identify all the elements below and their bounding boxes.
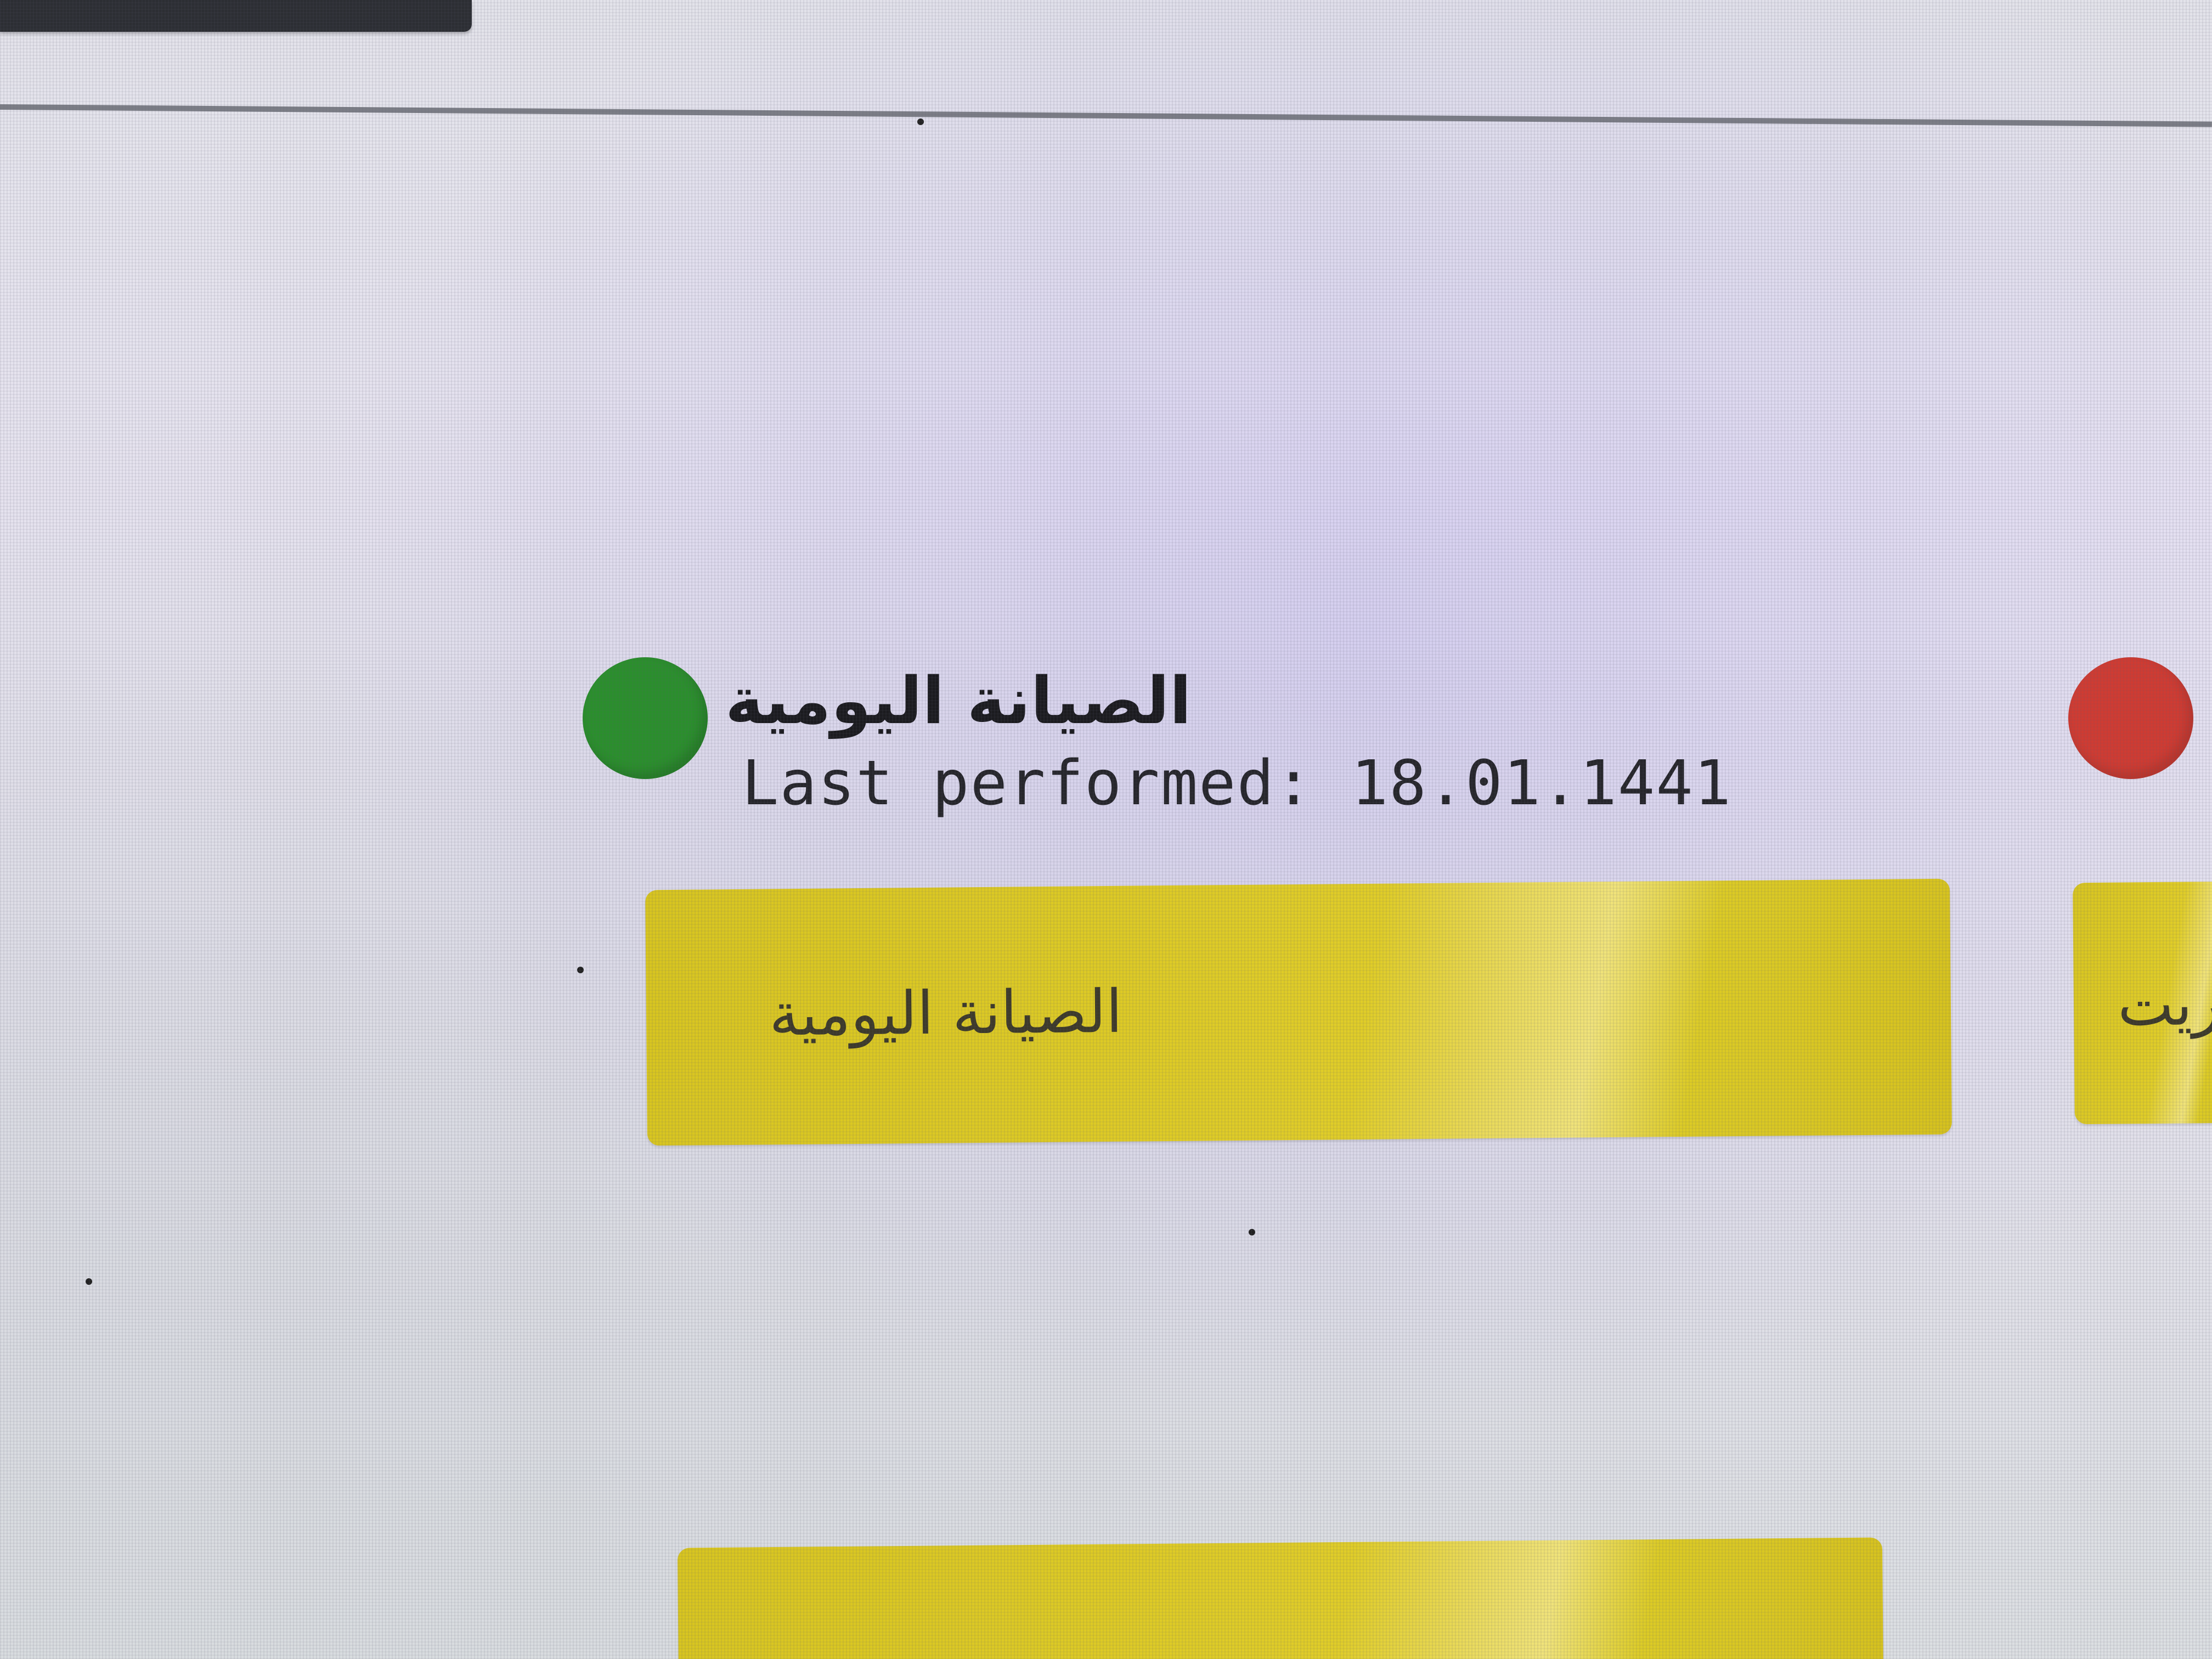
daily-maintenance-button-label: الصيانة اليومية: [769, 977, 1123, 1049]
screen: الصيانة اليومية Last performed: 18.01.14…: [0, 0, 2212, 1659]
status-indicator-red-icon: [2068, 657, 2193, 779]
last-performed-label: Last performed:: [742, 748, 1313, 819]
daily-maintenance-button[interactable]: الصيانة اليومية: [645, 878, 1952, 1146]
stray-pixel: [577, 967, 584, 973]
second-maintenance-button[interactable]: ريت: [2073, 881, 2212, 1125]
third-maintenance-button[interactable]: [677, 1537, 1884, 1659]
second-maintenance-button-label: ريت: [2117, 969, 2212, 1040]
stray-pixel: [1249, 1229, 1255, 1235]
card-title: الصيانة اليومية: [725, 663, 1192, 738]
last-performed-date: 18.01.1441: [1351, 748, 1733, 819]
status-indicator-green-icon: [583, 657, 708, 779]
top-bar: [0, 0, 472, 32]
stray-pixel: [86, 1278, 92, 1285]
last-performed-text: Last performed: 18.01.1441: [742, 753, 1732, 814]
header-divider: [0, 104, 2212, 127]
stray-pixel: [917, 119, 924, 125]
